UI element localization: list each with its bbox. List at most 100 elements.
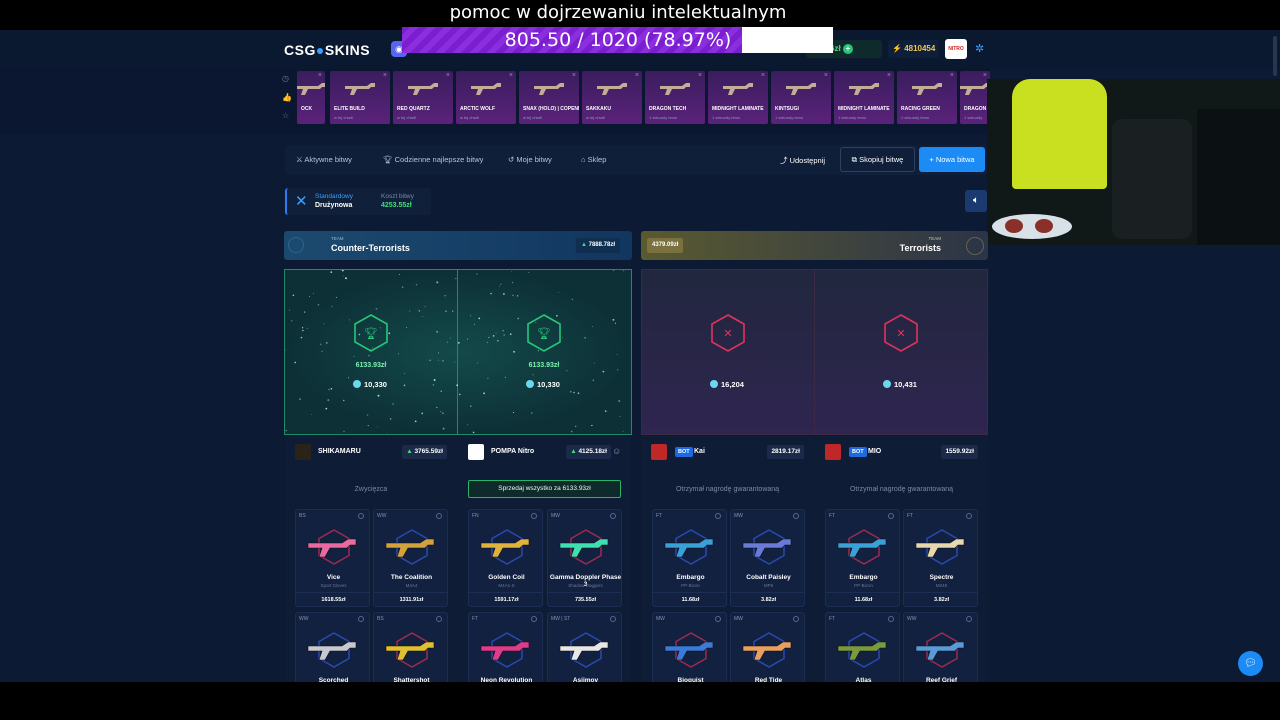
dismiss-icon[interactable]: × [572,72,576,79]
item-card[interactable]: MW Cobalt Paisley MP9 3.82zł [730,509,805,607]
dismiss-icon[interactable]: × [983,72,987,79]
dismiss-icon[interactable]: × [383,72,387,79]
dismiss-icon[interactable]: × [446,72,450,79]
weapon-icon [307,641,357,661]
info-icon[interactable] [531,616,537,622]
info-icon[interactable] [966,513,972,519]
avatar[interactable] [651,444,667,460]
chat-icon[interactable]: 💬︎ [1238,651,1263,676]
item-price: 11.68zł [854,597,873,603]
battle-mode-panel: ✕ Standardowy Drużynowa Koszt bitwy 4253… [285,188,431,215]
player-name[interactable]: POMPA Nitro [491,448,534,455]
feed-item[interactable]: SNAX (HOLO) | COPENHAGEN 2024 w tej chwil… [519,71,579,124]
feed-item[interactable]: ARCTIC WOLF w tej chwili × [456,71,516,124]
item-card[interactable]: FT Spectre M249 3.82zł [903,509,978,607]
dismiss-icon[interactable]: × [950,72,954,79]
star-dot [570,391,572,393]
tab-daily-best[interactable]: 🏆︎ Codzienne najlepsze bitwy [383,155,483,164]
dismiss-icon[interactable]: × [761,72,765,79]
add-funds-icon[interactable]: + [842,44,853,54]
dismiss-icon[interactable]: × [635,72,639,79]
star-dot [437,359,439,361]
info-icon[interactable] [358,513,364,519]
star-dot [602,370,605,373]
tab-active-battles[interactable]: ⚔ Aktywne bitwy [296,155,352,164]
feed-item[interactable]: MIDNIGHT LAMINATE 1 sekundy temu × [708,71,768,124]
item-price: 3.82zł [934,597,949,603]
settings-icon[interactable]: ✲ [975,43,987,55]
info-icon[interactable] [793,513,799,519]
starfield [285,270,625,434]
feed-item[interactable]: KINTSUGI 1 sekundy temu × [771,71,831,124]
dismiss-icon[interactable]: × [698,72,702,79]
feed-item[interactable]: RED QUARTZ w tej chwili × [393,71,453,124]
star-dot [532,374,534,376]
feed-item-time: 1 sekundy temu [838,115,867,120]
item-condition: MW [656,616,665,622]
player-name[interactable]: SHIKAMARU [318,448,361,455]
feed-item-name: OCK [301,106,313,112]
dismiss-icon[interactable]: × [509,72,513,79]
feed-item-name: SNAX (HOLO) | COPENHAGEN 2024 [523,106,579,112]
avatar[interactable] [468,444,484,460]
info-icon[interactable] [966,616,972,622]
info-icon[interactable] [610,616,616,622]
share-button[interactable]: ⤴ Udostępnij [780,155,825,166]
info-icon[interactable] [793,616,799,622]
coin-value: 10,330 [537,380,560,389]
item-card[interactable]: MW Gamma Doppler Phase 3 Shadow Daggers 735… [547,509,622,607]
new-battle-button[interactable]: + Nowa bitwa [919,147,985,172]
info-icon[interactable] [715,513,721,519]
weapon-icon [385,538,435,558]
info-icon[interactable] [436,513,442,519]
tab-shop[interactable]: ⌂ Sklep [581,155,606,164]
player-name[interactable]: MIO [868,448,881,455]
item-condition: WW [377,513,387,519]
avatar[interactable]: NITRO [945,39,967,59]
sell-all-button[interactable]: Sprzedaj wszystko za 6133.93zł [468,480,621,498]
avatar[interactable] [825,444,841,460]
star-icon[interactable]: ☆ [282,111,296,121]
feed-item[interactable]: DRAGON TECH 1 sekundy temu × [645,71,705,124]
info-icon[interactable] [531,513,537,519]
avatar[interactable] [295,444,311,460]
info-icon[interactable] [436,616,442,622]
feed-item[interactable]: RACING GREEN 1 sekundy temu × [897,71,957,124]
item-card[interactable]: FT Embargo PP-Bizon 11.68zł [825,509,900,607]
sound-toggle-icon[interactable]: 🔈︎ [965,190,987,212]
smile-icon[interactable]: ☺ [612,446,621,456]
tab-my-battles[interactable]: ↺ Moje bitwy [508,155,552,164]
dismiss-icon[interactable]: × [824,72,828,79]
clock-icon[interactable]: ◷ [282,74,296,84]
feed-item[interactable]: SAKKAKU w tej chwili × [582,71,642,124]
info-icon[interactable] [715,616,721,622]
logo[interactable]: CSG●SKINS [284,42,370,58]
page-scrollbar[interactable] [1273,36,1277,76]
item-card[interactable]: WW The Coalition M4A4 1311.91zł [373,509,448,607]
info-icon[interactable] [610,513,616,519]
feed-item[interactable]: ELITE BUILD w tej chwili × [330,71,390,124]
dismiss-icon[interactable]: × [887,72,891,79]
star-dot [377,394,380,397]
star-dot [623,270,625,272]
item-card[interactable]: FN Golden Coil M4A1-S 1591.17zł [468,509,543,607]
item-card[interactable]: BS Vice Sport Gloves 1618.55zł [295,509,370,607]
coins-badge[interactable]: ⚡ 4810454 [888,40,940,58]
star-dot [290,320,293,322]
item-card[interactable]: FT Embargo PP-Bizon 11.68zł [652,509,727,607]
info-icon[interactable] [888,616,894,622]
feed-item[interactable]: OCK × [297,71,325,124]
thumb-icon[interactable]: 👍 [282,93,296,103]
pistol-icon [595,77,629,99]
info-icon[interactable] [888,513,894,519]
feed-item[interactable]: DRAGON 1 sekundy × [960,71,990,124]
star-dot [497,340,499,342]
info-icon[interactable] [358,616,364,622]
item-price: 1591.17zł [494,597,519,603]
card-divider [548,592,621,593]
player-name[interactable]: Kai [694,448,705,455]
feed-item[interactable]: MIDNIGHT LAMINATE 1 sekundy temu × [834,71,894,124]
weapon-icon [307,538,357,558]
dismiss-icon[interactable]: × [318,72,322,79]
copy-battle-button[interactable]: ⧉ Skopiuj bitwę [840,147,915,172]
